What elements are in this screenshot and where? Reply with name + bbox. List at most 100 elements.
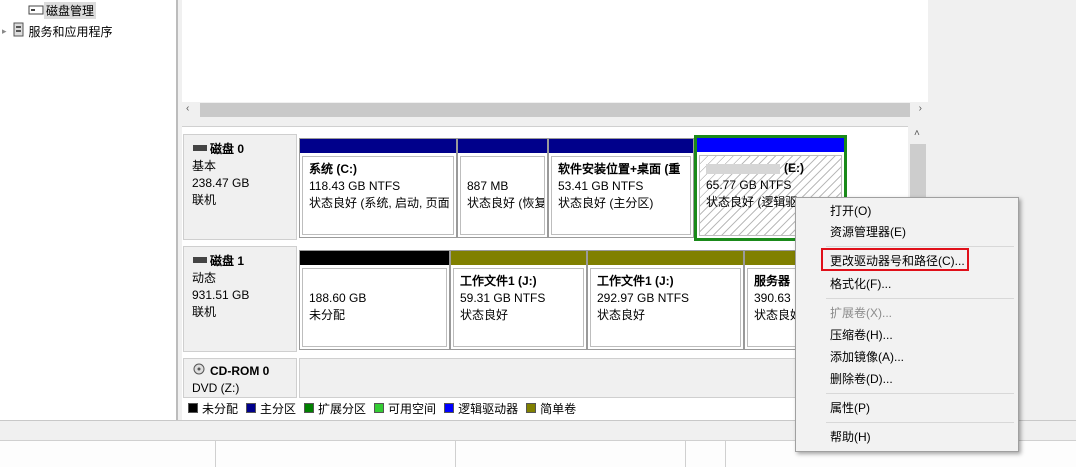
disk-icon [192,253,210,270]
horizontal-splitter[interactable] [182,118,928,126]
primary-partition-bar [300,139,456,153]
disk-name: 磁盘 1 [210,254,245,268]
disk-1-label[interactable]: 磁盘 1 动态 931.51 GB 联机 [183,246,297,352]
partition-status: 状态良好 (系统, 启动, 页面 [309,196,450,210]
partition-software[interactable]: 软件安装位置+桌面 (重 53.41 GB NTFS 状态良好 (主分区) [548,138,694,238]
tree-item-disk-management[interactable]: 磁盘管理 [28,2,97,19]
background-cell [126,441,216,467]
menu-separator [826,246,1014,247]
legend-label: 简单卷 [540,401,577,416]
pane-splitter[interactable] [176,0,178,420]
tree-item-label: 磁盘管理 [44,2,97,19]
expand-arrow-icon[interactable]: ▸ [2,26,7,37]
scroll-right-icon[interactable]: › [919,103,922,114]
context-menu: 打开(O) 资源管理器(E) 更改驱动器号和路径(C)... 格式化(F)...… [795,197,1019,452]
partition-status: 状态良好 (主分区) [558,196,654,210]
legend-label: 可用空间 [388,401,437,416]
legend-item: 扩展分区 [304,400,366,417]
disk-name: CD-ROM 0 [210,364,270,378]
disk-type: 基本 [192,159,217,173]
scroll-up-icon[interactable]: ˄ [914,128,920,139]
menu-item-delete-volume[interactable]: 删除卷(D)... [830,371,893,387]
cdrom-area [299,358,814,398]
cd-icon [192,363,206,380]
legend-swatch [304,403,315,413]
legend-swatch [374,403,385,413]
partition-size: 65.77 GB NTFS [706,178,792,192]
partition-title: 系统 (C:) [309,162,357,176]
disk-size: 238.47 GB [192,176,250,190]
partition-title [467,161,538,178]
partition-size: 887 MB [467,179,509,193]
volume-list-pane [182,0,928,102]
legend-swatch [526,403,537,413]
partition-size: 118.43 GB NTFS [309,179,401,193]
legend-label: 未分配 [202,401,239,416]
legend-item: 逻辑驱动器 [444,400,518,417]
horizontal-scroll-thumb[interactable] [200,103,910,117]
partition-status: 状态良好 [597,308,646,322]
legend-item: 简单卷 [526,400,576,417]
background-cell [216,441,456,467]
logical-drive-bar [697,138,844,152]
console-tree: 磁盘管理 ▸ 服务和应用程序 [0,0,176,420]
legend-label: 扩展分区 [318,401,367,416]
highlight-box [821,248,969,271]
redacted-label [706,163,780,174]
partition-c[interactable]: 系统 (C:) 118.43 GB NTFS 状态良好 (系统, 启动, 页面 [299,138,457,238]
partition-size: 59.31 GB NTFS [460,291,546,305]
menu-item-explorer[interactable]: 资源管理器(E) [830,224,906,240]
menu-item-add-mirror[interactable]: 添加镜像(A)... [830,349,904,365]
disk-name: 磁盘 0 [210,142,245,156]
disk-status: 联机 [192,193,217,207]
menu-item-help[interactable]: 帮助(H) [830,429,871,445]
disk-size: 931.51 GB [192,288,250,302]
partition-recovery[interactable]: 887 MB 状态良好 (恢复 [457,138,548,238]
background-cell [456,441,686,467]
menu-item-shrink-volume[interactable]: 压缩卷(H)... [830,327,893,343]
menu-item-extend-volume: 扩展卷(X)... [830,306,892,320]
background-cell [686,441,726,467]
menu-item-open[interactable]: 打开(O) [830,203,871,219]
partition-size: 188.60 GB [309,291,367,305]
unallocated-bar [300,251,449,265]
disk-type: DVD (Z:) [192,381,240,395]
legend-swatch [188,403,198,413]
partition-status: 状态良好 (恢复 [467,196,545,210]
legend-item: 未分配 [188,400,238,417]
disk-type: 动态 [192,271,217,285]
legend-label: 逻辑驱动器 [458,401,519,416]
tree-item-services[interactable]: ▸ 服务和应用程序 [2,22,113,41]
partition-j-2[interactable]: 工作文件1 (J:) 292.97 GB NTFS 状态良好 [587,250,744,350]
menu-item-format[interactable]: 格式化(F)... [830,276,891,292]
services-icon [11,22,27,41]
partition-title: 工作文件1 (J:) [460,274,537,288]
disk-management-icon [28,2,44,19]
partition-size: 292.97 GB NTFS [597,291,690,305]
menu-separator [826,298,1014,299]
legend-item: 可用空间 [374,400,436,417]
partition-title [309,273,440,290]
menu-separator [826,422,1014,423]
partition-title: 软件安装位置+桌面 (重 [558,162,681,176]
cdrom-label[interactable]: CD-ROM 0 DVD (Z:) [183,358,297,398]
primary-partition-bar [549,139,693,153]
partition-size: 53.41 GB NTFS [558,179,644,193]
partition-unallocated[interactable]: 188.60 GB 未分配 [299,250,450,350]
scroll-left-icon[interactable]: ‹ [186,103,189,114]
legend-label: 主分区 [260,401,297,416]
simple-volume-bar [451,251,586,265]
menu-separator [826,393,1014,394]
legend-item: 主分区 [246,400,296,417]
partition-title: 工作文件1 (J:) [597,274,674,288]
disk-icon [192,141,210,158]
simple-volume-bar [588,251,743,265]
tree-item-label: 服务和应用程序 [28,25,113,39]
menu-item-properties[interactable]: 属性(P) [830,400,870,416]
partition-title-row: (E:) [706,160,835,177]
partition-status: 状态良好 [460,308,509,322]
disk-0-label[interactable]: 磁盘 0 基本 238.47 GB 联机 [183,134,297,240]
partition-title: (E:) [784,161,804,175]
legend-swatch [246,403,257,413]
partition-j-1[interactable]: 工作文件1 (J:) 59.31 GB NTFS 状态良好 [450,250,587,350]
